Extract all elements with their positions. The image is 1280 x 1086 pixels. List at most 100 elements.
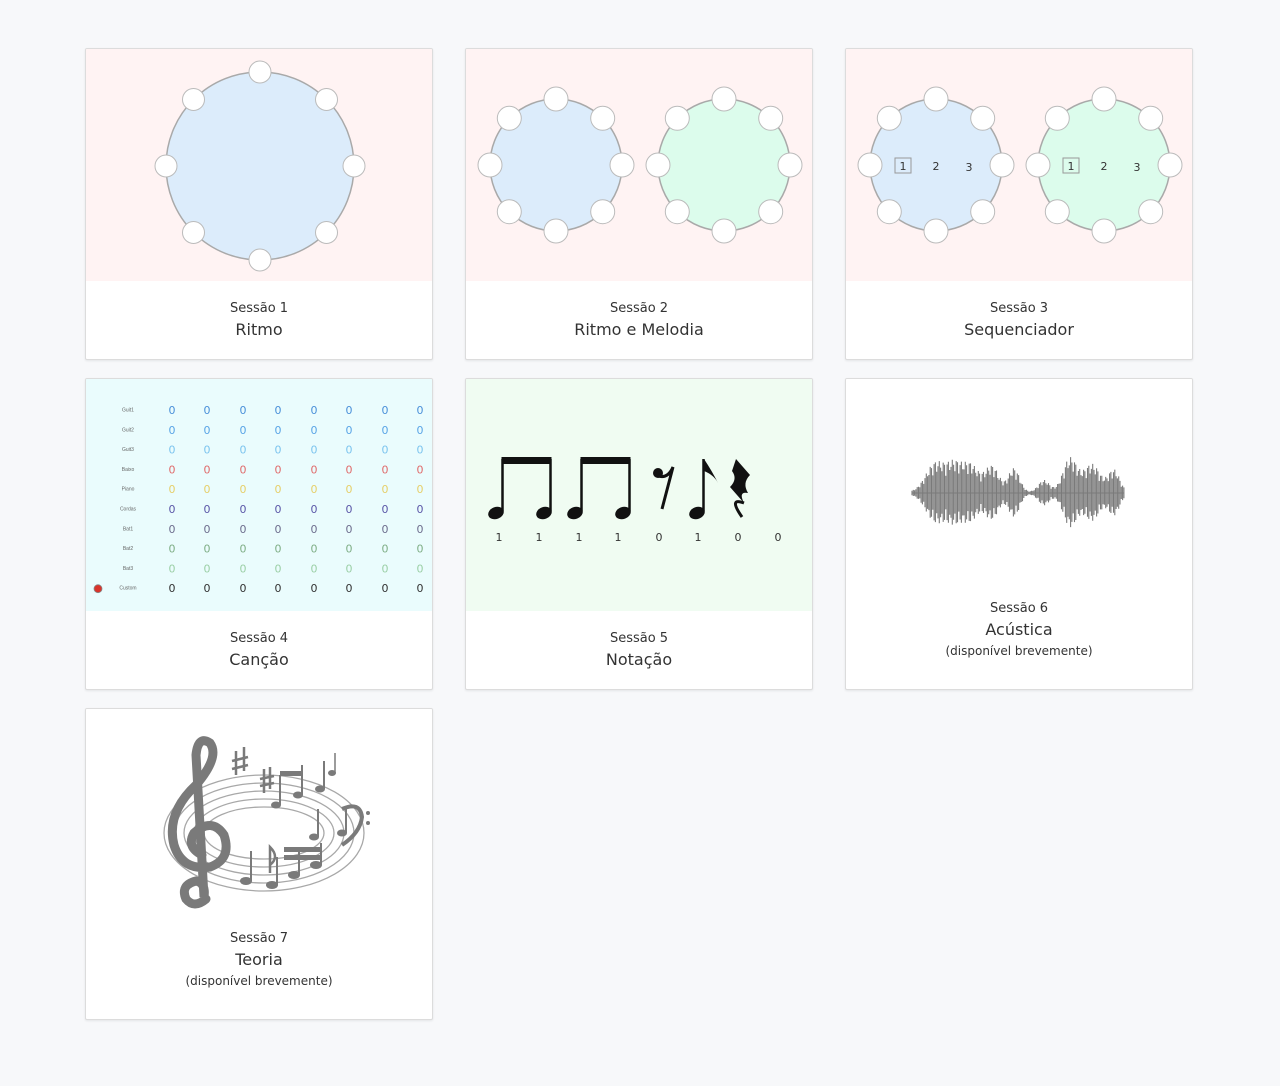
session-card-6[interactable]: Sessão 6 Acústica (disponível brevemente… [845,378,1193,690]
rhythm-digit: 1 [695,531,702,544]
mixer-cell: 0 [382,463,389,476]
session-number: Sessão 2 [609,301,669,316]
mixer-cell: 0 [275,503,282,516]
session-4-thumbnail: Guit1 0 0 0 0 0 0 0 0 Guit2 0 0 0 0 0 0 0 0 Guit3 0 0 0 0 0 0 0 0 B… [86,379,432,611]
mixer-cell: 0 [417,523,424,536]
session-card-1[interactable]: Sessão 1 Ritmo [85,48,433,360]
mixer-cell: 0 [240,523,247,536]
mixer-track-label: Piano [122,487,135,493]
music-notation-icon: 1 1 1 1 0 1 0 0 [488,457,782,544]
mixer-cell: 0 [169,404,176,417]
mixer-cell: 0 [346,424,353,437]
sequencer-step-label: 2 [1101,160,1108,173]
mixer-cell: 0 [346,582,353,595]
mixer-cell: 0 [346,562,353,575]
mixer-cell: 0 [382,444,389,457]
mixer-cell: 0 [382,424,389,437]
dual-ring-icon [477,86,803,244]
mixer-cell: 0 [346,503,353,516]
mixer-cell: 0 [240,503,247,516]
mixer-cell: 0 [346,444,353,457]
mixer-cell: 0 [240,424,247,437]
mixer-track-label: Cordas [120,507,137,513]
session-6-thumbnail [846,379,1192,611]
rhythm-digit: 0 [656,531,663,544]
mixer-cell: 0 [417,424,424,437]
mixer-cell: 0 [169,463,176,476]
mixer-cell: 0 [204,562,211,575]
mixer-cell: 0 [204,523,211,536]
sound-waveform-icon [911,457,1125,528]
mixer-cell: 0 [346,543,353,556]
mixer-cell: 0 [311,562,318,575]
session-card-5[interactable]: 1 1 1 1 0 1 0 0 Sessão 5 Notação [465,378,813,690]
mixer-cell: 0 [169,503,176,516]
sequencer-step-label: 3 [966,161,973,174]
rhythm-ring-icon [154,60,366,272]
mixer-grid-icon: Guit1 0 0 0 0 0 0 0 0 Guit2 0 0 0 0 0 0 0 0 Guit3 0 0 0 0 0 0 0 0 B… [93,404,424,595]
mixer-cell: 0 [382,582,389,595]
mixer-track-label: Baixo [122,467,135,473]
mixer-cell: 0 [204,463,211,476]
session-5-thumbnail: 1 1 1 1 0 1 0 0 [466,379,812,611]
mixer-track-label: Bat3 [123,566,134,572]
mixer-track-label: Custom [119,586,136,592]
mixer-cell: 0 [311,503,318,516]
mixer-cell: 0 [275,483,282,496]
mixer-cell: 0 [417,503,424,516]
mixer-track-label: Guit3 [122,447,134,453]
rhythm-digit: 1 [536,531,543,544]
rhythm-digit: 1 [576,531,583,544]
sequencer-ring-icon: 1 2 3 1 2 3 [857,86,1183,244]
mixer-cell: 0 [240,562,247,575]
mixer-cell: 0 [311,444,318,457]
mixer-cell: 0 [382,562,389,575]
mixer-cell: 0 [204,543,211,556]
rhythm-digit: 0 [775,531,782,544]
mixer-cell: 0 [417,582,424,595]
mixer-cell: 0 [275,543,282,556]
mixer-cell: 0 [382,543,389,556]
session-card-2[interactable]: Sessão 2 Ritmo e Melodia [465,48,813,360]
mixer-cell: 0 [382,523,389,536]
mixer-cell: 0 [382,483,389,496]
session-number: Sessão 6 [989,601,1049,616]
mixer-cell: 0 [311,582,318,595]
mixer-cell: 0 [240,483,247,496]
session-card-7[interactable]: Sessão 7 Teoria (disponível brevemente) [85,708,433,1020]
mixer-cell: 0 [311,404,318,417]
mixer-track-label: Bat1 [123,526,134,532]
mixer-cell: 0 [311,483,318,496]
mixer-cell: 0 [275,463,282,476]
mixer-cell: 0 [346,523,353,536]
session-card-4[interactable]: Guit1 0 0 0 0 0 0 0 0 Guit2 0 0 0 0 0 0 0 0 Guit3 0 0 0 0 0 0 0 0 B… [85,378,433,690]
mixer-cell: 0 [417,404,424,417]
rhythm-digit: 1 [615,531,622,544]
session-card-3[interactable]: 1 2 3 1 2 3 Sessão 3 Sequenciador [845,48,1193,360]
mixer-cell: 0 [204,582,211,595]
mixer-track-label: Guit1 [122,408,134,414]
mixer-cell: 0 [169,562,176,575]
record-indicator-icon [93,584,103,594]
session-1-thumbnail [86,49,432,281]
sequencer-step-label: 3 [1134,161,1141,174]
mixer-cell: 0 [346,483,353,496]
sequencer-step-label: 2 [933,160,940,173]
session-number: Sessão 1 [229,301,289,316]
mixer-cell: 0 [311,463,318,476]
session-title: Canção [229,650,289,669]
mixer-cell: 0 [275,424,282,437]
mixer-cell: 0 [169,523,176,536]
mixer-cell: 0 [240,463,247,476]
mixer-cell: 0 [240,444,247,457]
mixer-cell: 0 [169,543,176,556]
music-theory-icon [163,736,370,909]
session-title: Teoria [235,950,283,969]
mixer-cell: 0 [169,483,176,496]
session-title: Ritmo e Melodia [574,320,704,339]
mixer-track-label: Guit2 [122,427,134,433]
availability-note: (disponível brevemente) [945,644,1093,658]
waveform-trace [911,457,1125,528]
mixer-cell: 0 [204,444,211,457]
mixer-cell: 0 [169,582,176,595]
